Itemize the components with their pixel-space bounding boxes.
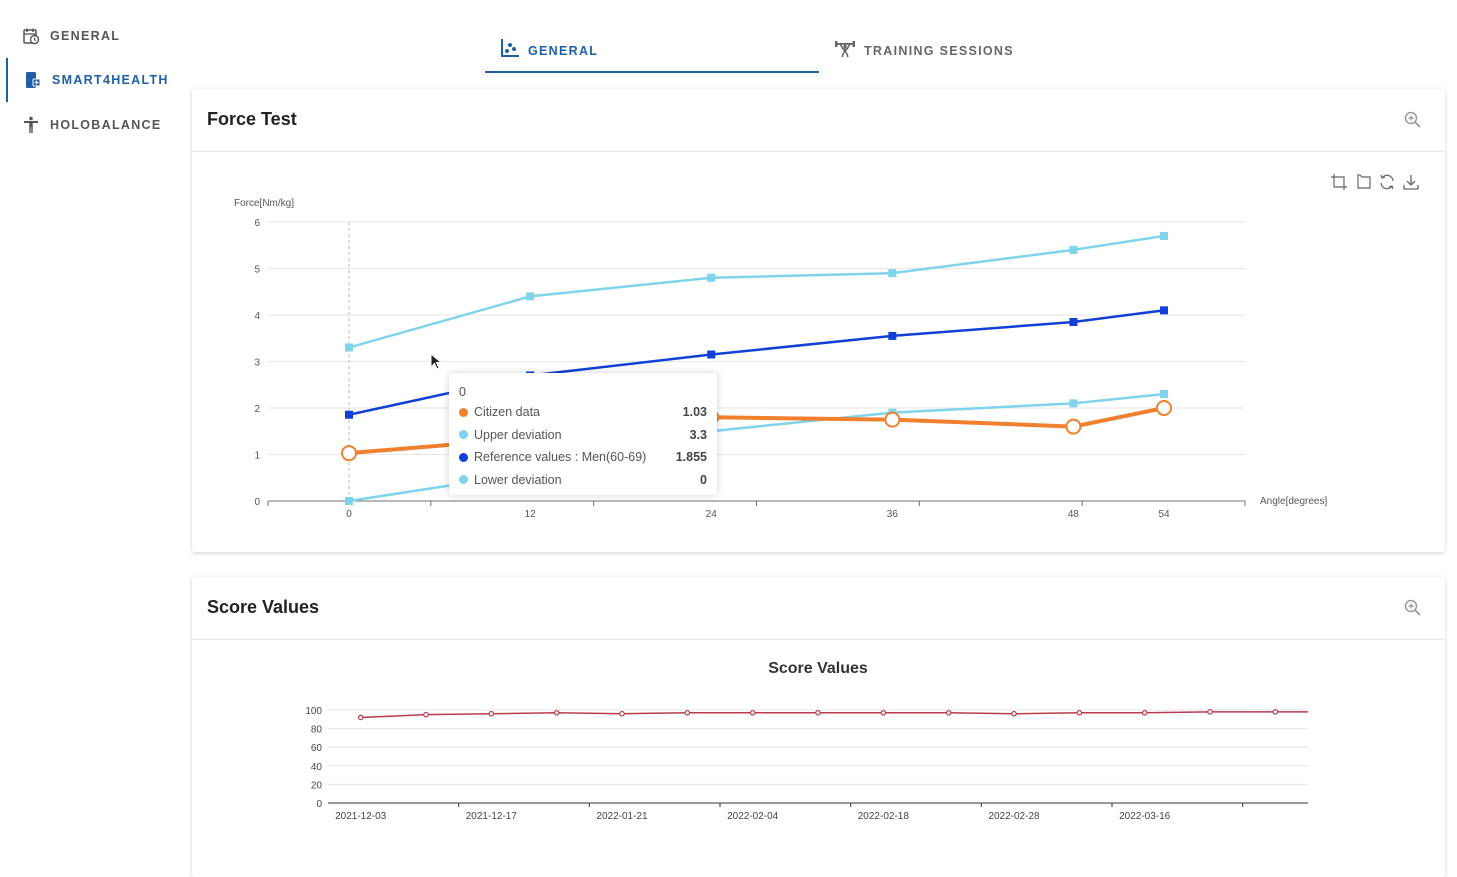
x-tick-label: 0: [346, 509, 352, 520]
data-point: [1141, 709, 1148, 716]
zoom-in-icon[interactable]: [1403, 598, 1423, 618]
tooltip-series-value: 3.3: [689, 427, 707, 442]
series-line: [360, 711, 1308, 719]
data-point: [526, 292, 535, 301]
data-point: [1160, 390, 1168, 399]
y-tick-label: 2: [254, 404, 260, 415]
data-point: [341, 445, 357, 462]
legend-dot: [459, 452, 468, 462]
data-point: [707, 273, 716, 282]
x-tick-label: 48: [1068, 509, 1080, 520]
y-axis-label: Force[Nm/kg]: [234, 198, 294, 209]
data-point: [880, 709, 887, 716]
y-tick-label: 6: [254, 218, 260, 229]
data-point: [888, 269, 897, 278]
data-point: [1076, 709, 1083, 716]
tooltip-header: 0: [459, 385, 466, 399]
data-point: [1065, 418, 1082, 435]
tooltip-series-name: Upper deviation: [474, 427, 562, 442]
legend-dot: [459, 407, 468, 417]
x-axis-label: Angle[degrees]: [1260, 496, 1327, 507]
x-tick-label: 2022-03-16: [1119, 811, 1171, 822]
data-point: [884, 411, 901, 428]
y-tick-label: 0: [316, 799, 322, 810]
tooltip-row: Lower deviation 0: [459, 469, 707, 492]
x-tick-label: 24: [706, 509, 718, 520]
data-point: [345, 410, 353, 419]
tooltip-series-name: Reference values : Men(60-69): [474, 450, 647, 465]
x-tick-label: 2022-02-04: [727, 811, 779, 822]
tooltip-series-name: Lower deviation: [474, 472, 562, 487]
data-point: [357, 714, 364, 721]
legend-dot: [459, 475, 468, 485]
y-tick-label: 40: [311, 762, 323, 773]
data-point: [423, 711, 429, 718]
data-point: [707, 350, 716, 359]
data-point: [553, 709, 560, 716]
chart-tooltip: 0 Citizen data 1.03 Upper deviation 3.3 …: [449, 373, 717, 495]
y-tick-label: 20: [311, 780, 323, 791]
tooltip-series-value: 1.03: [682, 405, 707, 420]
force-chart: 01234560 12 24 36 48 54Force[Nm/kg]Angle[degr…: [234, 198, 1327, 520]
x-tick-label: 2022-01-21: [596, 811, 648, 822]
data-point: [1069, 245, 1078, 254]
x-tick-label: 54: [1158, 509, 1170, 520]
y-tick-label: 100: [305, 706, 322, 717]
data-point: [345, 497, 353, 505]
x-tick-label: 12: [525, 509, 537, 520]
x-tick-label: 2022-02-18: [858, 811, 910, 822]
y-tick-label: 80: [311, 725, 323, 736]
data-point: [815, 709, 821, 716]
tooltip-series-value: 0: [700, 472, 707, 487]
y-tick-label: 3: [254, 358, 260, 369]
data-point: [619, 710, 625, 717]
x-tick-label: 2021-12-03: [335, 811, 387, 822]
y-tick-label: 4: [254, 311, 260, 322]
series-line: [348, 234, 1165, 349]
y-tick-label: 0: [254, 497, 260, 508]
data-point: [888, 331, 897, 340]
tooltip-series-name: Citizen data: [474, 405, 541, 420]
y-tick-label: 1: [254, 451, 260, 462]
data-point: [684, 709, 691, 716]
data-point: [345, 343, 353, 352]
score-chart: Score Values 0 20 40 60 80 100 2021-12-03 2021-1…: [305, 660, 1308, 822]
y-tick-label: 60: [311, 743, 323, 754]
x-tick-label: 36: [887, 509, 899, 520]
data-point: [1160, 306, 1168, 315]
card-title: Score Values: [207, 597, 320, 617]
tooltip-row: Upper deviation 3.3: [459, 424, 707, 447]
data-point: [1207, 709, 1213, 715]
card-header: Score Values: [192, 577, 1445, 640]
legend-dot: [459, 430, 468, 440]
data-point: [1156, 400, 1172, 416]
data-point: [488, 710, 495, 717]
data-point: [1069, 399, 1078, 408]
data-point: [1272, 709, 1279, 715]
tooltip-row: Citizen data 1.03: [459, 401, 707, 424]
data-point: [1069, 317, 1078, 326]
data-point: [1160, 231, 1168, 240]
x-tick-label: 2022-02-28: [988, 811, 1040, 822]
mouse-cursor-icon: [430, 353, 442, 370]
tooltip-series-value: 1.855: [675, 450, 707, 465]
x-tick-label: 2021-12-17: [466, 811, 518, 822]
data-point: [749, 709, 756, 716]
tooltip-row: Reference values : Men(60-69) 1.855: [459, 446, 707, 469]
chart-title: Score Values: [768, 660, 868, 677]
data-point: [1011, 710, 1017, 717]
data-point: [945, 709, 952, 716]
y-tick-label: 5: [254, 265, 260, 276]
